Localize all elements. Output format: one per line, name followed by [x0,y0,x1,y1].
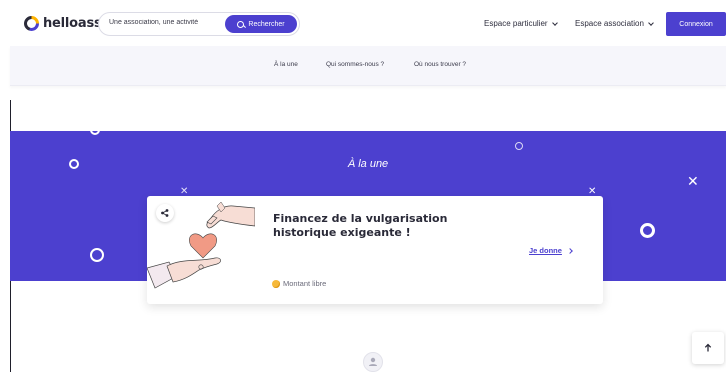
espace-association-label: Espace association [575,19,644,28]
arrow-up-icon [704,343,712,352]
banner-title: À la une [347,158,389,170]
search-button[interactable]: Rechercher [225,15,297,33]
subnav-item-qui-sommes-nous[interactable]: Qui sommes-nous ? [326,61,384,68]
user-avatar [363,352,383,372]
chevron-down-icon [551,19,558,26]
logo-icon [24,16,39,31]
search-bar: Rechercher [98,12,300,36]
scroll-to-top-button[interactable] [692,332,724,364]
sub-navigation: À la une Qui sommes-nous ? Où nous trouv… [10,46,726,86]
search-button-label: Rechercher [248,20,285,28]
chevron-right-icon [567,247,573,254]
share-button[interactable] [156,204,174,222]
chevron-down-icon [648,19,654,26]
search-input[interactable] [109,19,224,26]
decor-circle-icon [90,125,100,135]
decor-circle-icon [515,142,523,150]
login-button[interactable]: Connexion [666,12,726,36]
subnav-item-ou-nous-trouver[interactable]: Où nous trouver ? [414,61,466,68]
amount-info: Montant libre [272,279,326,288]
donate-link-label: Je donne [529,246,562,255]
espace-particulier-label: Espace particulier [484,19,548,28]
espace-association-dropdown[interactable]: Espace association [575,19,654,28]
top-header: helloasso Rechercher Espace particulier … [0,0,726,46]
user-icon [369,357,377,366]
espace-particulier-dropdown[interactable]: Espace particulier [484,19,558,28]
search-icon [237,20,245,28]
decor-cross-icon: ✕ [687,174,699,190]
decor-circle-icon [90,248,104,262]
subnav-item-a-la-une[interactable]: À la une [274,61,298,68]
decor-circle-icon [640,223,655,238]
decor-circle-icon [69,159,79,169]
amount-label: Montant libre [283,279,327,288]
share-icon [161,209,169,217]
coin-icon [272,279,280,288]
campaign-card[interactable]: Financez de la vulgarisation historique … [147,196,603,304]
donate-link[interactable]: Je donne [529,246,573,255]
campaign-title: Financez de la vulgarisation historique … [273,212,448,239]
